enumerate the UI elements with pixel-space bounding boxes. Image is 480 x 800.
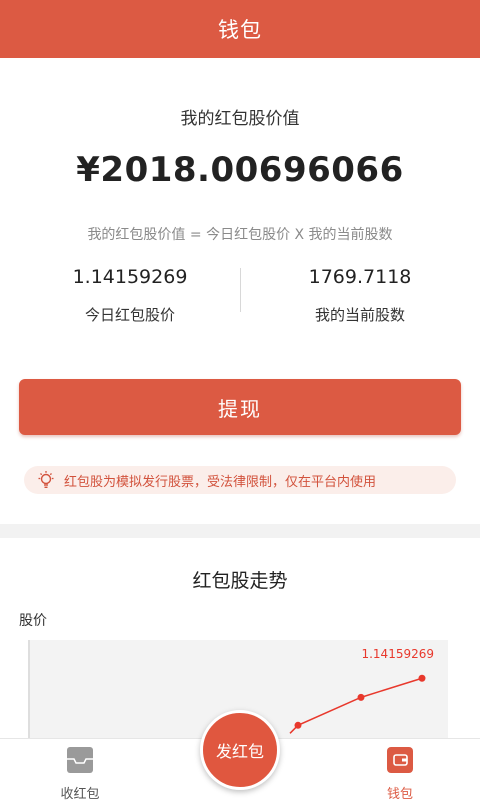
price-label: 今日红包股价 <box>84 306 175 324</box>
price-value: 1.14159269 <box>72 266 188 288</box>
nav-wallet[interactable]: 钱包 <box>350 739 450 800</box>
value-formula: 我的红包股价值 = 今日红包股价 X 我的当前股数 <box>87 227 393 243</box>
trend-point <box>418 674 426 682</box>
value-amount: ¥2018.00696066 <box>76 150 404 190</box>
trend-point <box>357 693 365 701</box>
y-axis-label: 股价 <box>19 613 47 629</box>
stat-divider <box>240 268 241 312</box>
wallet-summary-card: 我的红包股价值 ¥2018.00696066 我的红包股价值 = 今日红包股价 … <box>0 58 480 524</box>
nav-receive-redpacket[interactable]: 收红包 <box>30 739 130 800</box>
trend-line <box>289 677 423 734</box>
trend-point <box>294 721 302 729</box>
withdraw-button[interactable]: 提现 <box>19 379 461 435</box>
trend-title: 红包股走势 <box>192 570 288 592</box>
shares-value: 1769.7118 <box>308 266 412 288</box>
shares-stat: 1769.7118 我的当前股数 <box>250 266 470 325</box>
page-title: 钱包 <box>218 18 262 42</box>
app-header: 钱包 <box>0 0 480 58</box>
notice-text: 红包股为模拟发行股票，受法律限制，仅在平台内使用 <box>64 474 377 490</box>
price-stat: 1.14159269 今日红包股价 <box>20 266 240 325</box>
latest-price-label: 1.14159269 <box>361 647 434 661</box>
value-caption: 我的红包股价值 <box>180 109 300 129</box>
nav-receive-label: 收红包 <box>60 787 100 800</box>
lightbulb-icon <box>36 470 56 490</box>
send-redpacket-button[interactable]: 发红包 <box>200 710 280 790</box>
nav-wallet-label: 钱包 <box>386 787 413 800</box>
notice-banner: 红包股为模拟发行股票，受法律限制，仅在平台内使用 <box>24 466 456 494</box>
shares-label: 我的当前股数 <box>314 306 405 324</box>
wallet-icon <box>385 745 415 775</box>
inbox-icon <box>65 745 95 775</box>
